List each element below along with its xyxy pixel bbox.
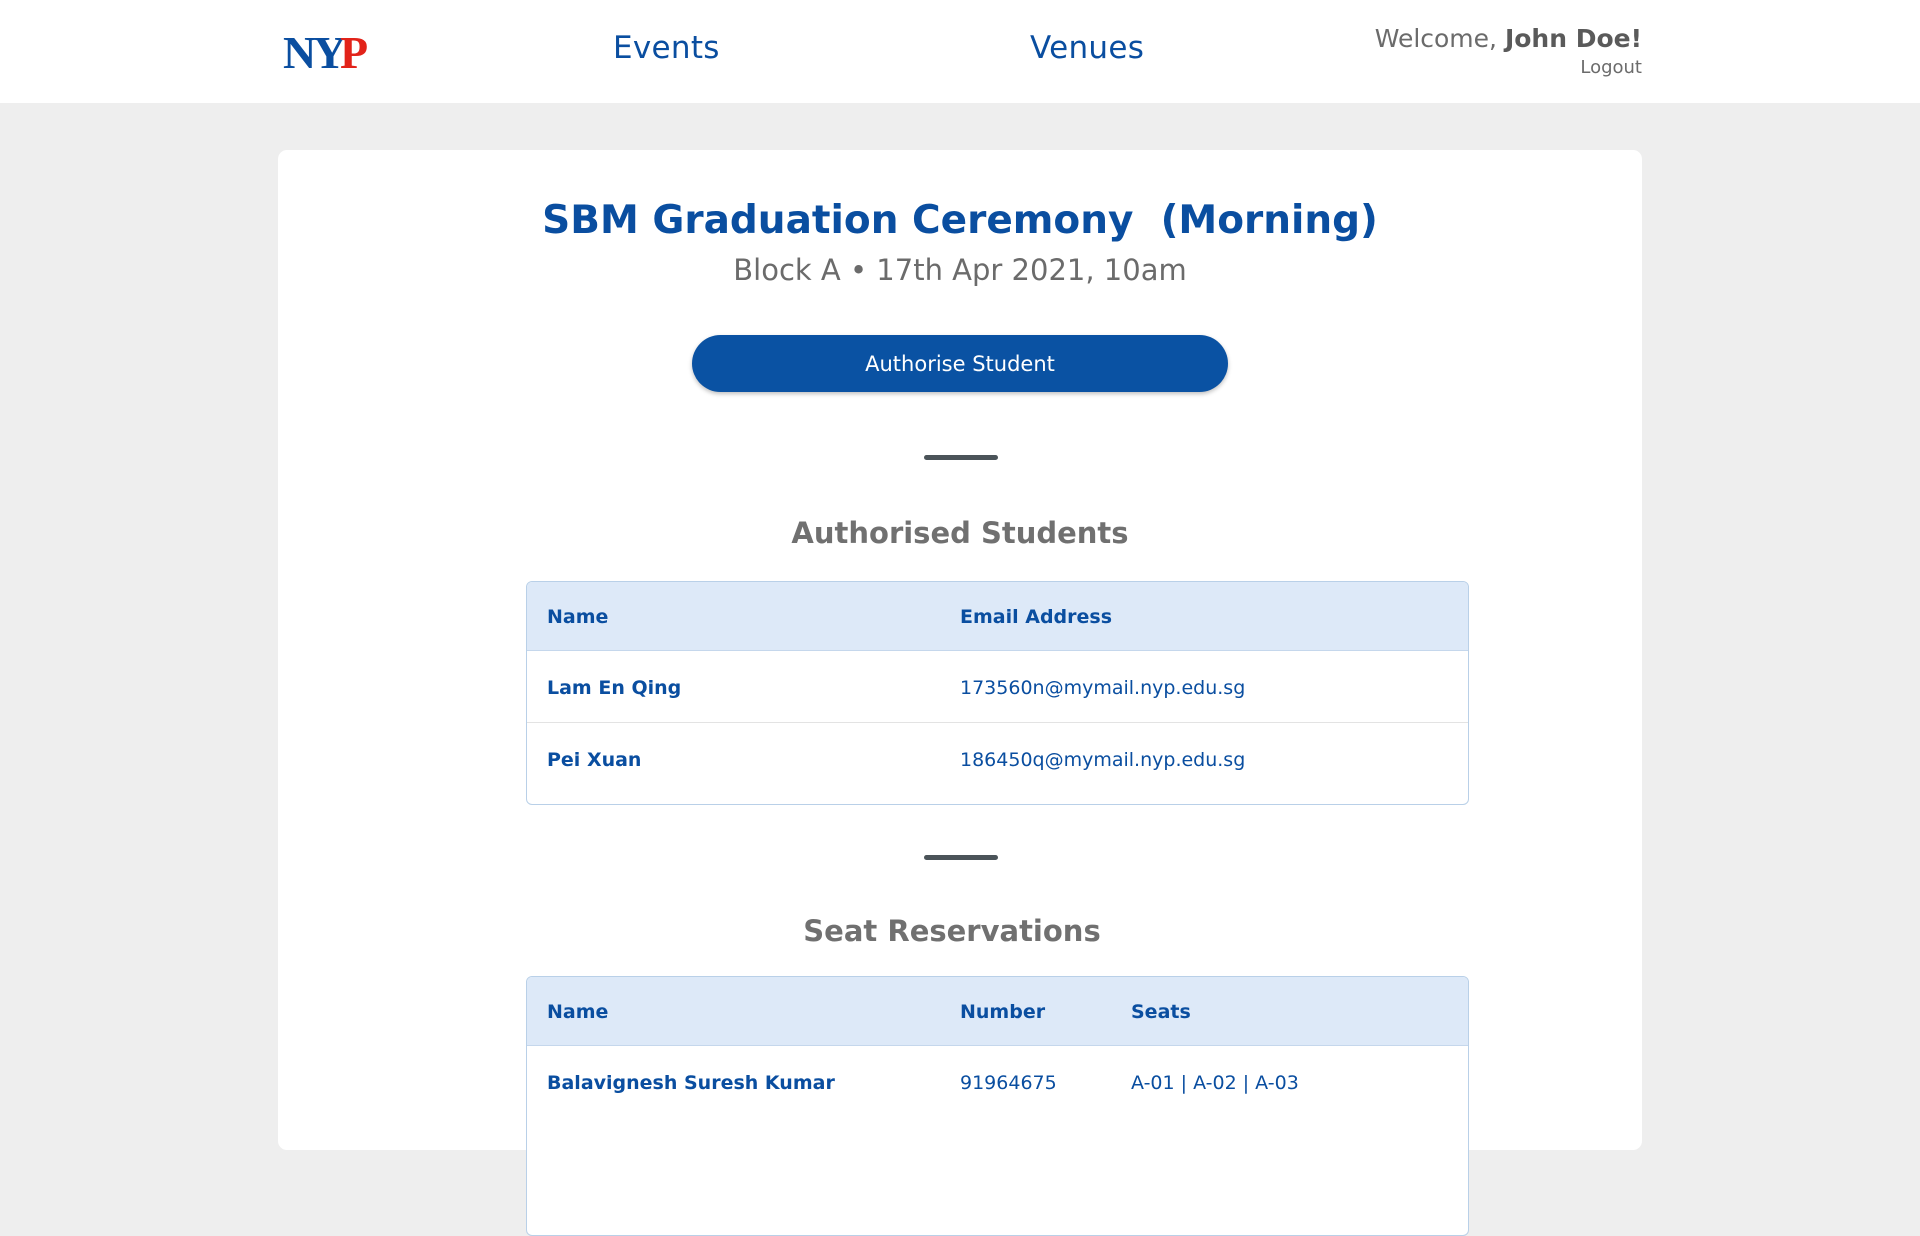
nav-events-link[interactable]: Events: [613, 30, 720, 66]
section-divider: [924, 455, 998, 460]
nav-venues-link[interactable]: Venues: [1030, 30, 1144, 66]
student-email: 173560n@mymail.nyp.edu.sg: [960, 677, 1246, 699]
table-header: Name Email Address: [527, 582, 1468, 651]
svg-text:N: N: [283, 28, 316, 74]
welcome-prefix: Welcome,: [1374, 24, 1505, 53]
seat-reservations-table: Name Number Seats Balavignesh Suresh Kum…: [526, 976, 1469, 1236]
user-box: Welcome, John Doe! Logout: [1375, 24, 1642, 78]
student-email: 186450q@mymail.nyp.edu.sg: [960, 749, 1246, 771]
table-row[interactable]: Balavignesh Suresh Kumar 91964675 A-01 |…: [527, 1046, 1468, 1118]
table-row[interactable]: Pei Xuan 186450q@mymail.nyp.edu.sg: [527, 723, 1468, 795]
event-title: SBM Graduation Ceremony (Morning): [542, 198, 1378, 243]
welcome-text: Welcome, John Doe!: [1375, 24, 1642, 53]
user-name: John Doe!: [1504, 24, 1642, 53]
reservation-number: 91964675: [960, 1072, 1057, 1094]
table-header: Name Number Seats: [527, 977, 1468, 1046]
student-name: Pei Xuan: [547, 749, 642, 771]
section-divider: [924, 855, 998, 860]
reservation-name: Balavignesh Suresh Kumar: [547, 1072, 835, 1094]
event-subtitle: Block A • 17th Apr 2021, 10am: [733, 253, 1187, 287]
authorised-students-table: Name Email Address Lam En Qing 173560n@m…: [526, 581, 1469, 805]
svg-text:P: P: [340, 28, 368, 74]
column-header-seats[interactable]: Seats: [1131, 1001, 1191, 1023]
event-card: SBM Graduation Ceremony (Morning) Block …: [278, 150, 1642, 1236]
logout-link[interactable]: Logout: [1375, 57, 1642, 78]
table-row[interactable]: Lam En Qing 173560n@mymail.nyp.edu.sg: [527, 651, 1468, 723]
seat-reservations-title: Seat Reservations: [803, 914, 1101, 948]
column-header-number[interactable]: Number: [960, 1001, 1045, 1023]
column-header-name[interactable]: Name: [547, 606, 608, 628]
reservation-seats: A-01 | A-02 | A-03: [1131, 1072, 1299, 1094]
column-header-email[interactable]: Email Address: [960, 606, 1112, 628]
student-name: Lam En Qing: [547, 677, 682, 699]
nyp-logo[interactable]: N Y P: [283, 28, 377, 74]
authorised-students-title: Authorised Students: [791, 516, 1129, 550]
column-header-name[interactable]: Name: [547, 1001, 608, 1023]
authorise-student-button[interactable]: Authorise Student: [692, 335, 1228, 392]
top-nav-bar: N Y P Events Venues Welcome, John Doe! L…: [0, 0, 1920, 103]
